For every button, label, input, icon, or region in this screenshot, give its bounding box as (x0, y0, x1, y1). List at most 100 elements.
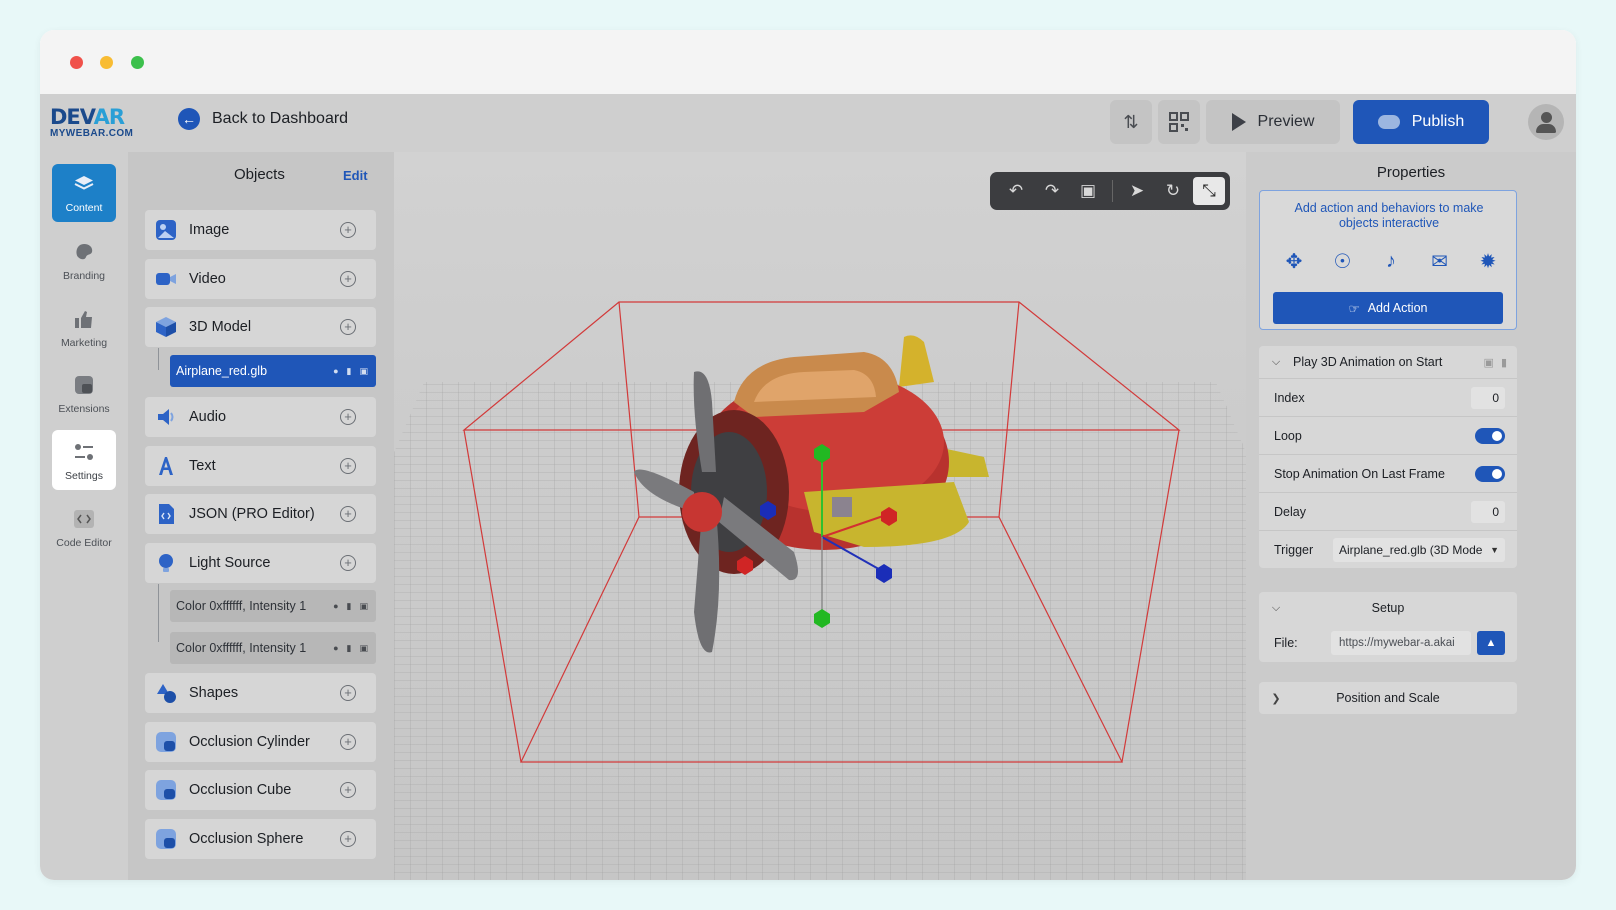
nav-code-editor[interactable]: Code Editor (52, 497, 116, 557)
copy-icon[interactable]: ▣ (1484, 356, 1494, 369)
position-scale-card[interactable]: ❯ Position and Scale (1259, 682, 1517, 714)
redo-icon: ↷ (1044, 181, 1060, 200)
puzzle-icon (75, 376, 93, 394)
object-occlusion-sphere[interactable]: Occlusion Sphere + (145, 819, 376, 859)
nav-branding[interactable]: Branding (52, 230, 116, 290)
add-3d-model-button[interactable]: + (340, 319, 356, 335)
scene-viewport[interactable]: ↶ ↷ ▣ ➤ ↻ ⤡ (394, 152, 1246, 880)
preview-label: Preview (1257, 113, 1315, 130)
model-item-airplane[interactable]: Airplane_red.glb ● ▮ ▣ (170, 355, 376, 387)
globe-icon[interactable]: ☉ (1329, 249, 1357, 273)
actions-card: Add action and behaviors to make objects… (1259, 190, 1517, 330)
duplicate-icon[interactable]: ▣ (359, 601, 368, 612)
stop-on-last-frame-toggle[interactable] (1475, 465, 1505, 482)
object-occlusion-cylinder[interactable]: Occlusion Cylinder + (145, 722, 376, 762)
person-icon[interactable]: ✹ (1474, 249, 1502, 273)
object-shapes[interactable]: Shapes + (145, 673, 376, 713)
upload-button[interactable]: ▲ (1477, 631, 1505, 655)
qr-code-icon (1169, 112, 1189, 132)
minimize-window-button[interactable] (100, 56, 113, 69)
user-avatar[interactable] (1528, 104, 1564, 140)
trash-icon[interactable]: ▮ (347, 643, 352, 654)
eye-icon[interactable]: ● (333, 366, 338, 377)
qr-code-button[interactable] (1158, 100, 1200, 144)
preview-button[interactable]: Preview (1206, 100, 1340, 144)
add-json-button[interactable]: + (340, 506, 356, 522)
nav-content[interactable]: Content (52, 164, 116, 222)
eye-icon[interactable]: ● (333, 643, 338, 654)
file-url-input[interactable]: https://mywebar-a.akai (1331, 631, 1471, 655)
transform-icon[interactable]: ✥ (1280, 249, 1308, 273)
hand-pointer-icon: ☞ (1348, 301, 1360, 316)
properties-title: Properties (1376, 164, 1446, 181)
index-input[interactable]: 0 (1471, 386, 1505, 409)
object-text[interactable]: Text + (145, 446, 376, 486)
duplicate-icon[interactable]: ▣ (359, 643, 368, 654)
dropdown-arrow-icon: ▼ (1490, 544, 1499, 555)
add-text-button[interactable]: + (340, 458, 356, 474)
add-shapes-button[interactable]: + (340, 685, 356, 701)
position-scale-header[interactable]: ❯ Position and Scale (1259, 682, 1517, 714)
stop-animation-row: Stop Animation On Last Frame (1259, 454, 1517, 492)
close-window-button[interactable] (70, 56, 83, 69)
animation-header[interactable]: ⌵ Play 3D Animation on Start ▣ ▮ (1259, 346, 1517, 378)
object-3d-model[interactable]: 3D Model + (145, 307, 376, 347)
object-light-source[interactable]: Light Source + (145, 543, 376, 583)
objects-title: Objects (234, 166, 285, 183)
rotate-tool-button[interactable]: ↻ (1157, 177, 1189, 205)
setup-header[interactable]: ⌵ Setup (1259, 592, 1517, 624)
trash-icon[interactable]: ▮ (347, 601, 352, 612)
scene-canvas[interactable] (394, 152, 1246, 880)
loop-toggle[interactable] (1475, 427, 1505, 444)
add-audio-button[interactable]: + (340, 409, 356, 425)
duplicate-icon[interactable]: ▣ (359, 366, 368, 377)
save-scene-button[interactable]: ▣ (1072, 177, 1104, 205)
select-icon: ➤ (1129, 181, 1145, 200)
nav-settings[interactable]: Settings (52, 430, 116, 490)
devar-logo[interactable]: DEVAR MYWEBAR.COM (50, 106, 134, 140)
add-occlusion-sphere-button[interactable]: + (340, 831, 356, 847)
trash-icon[interactable]: ▮ (347, 366, 352, 377)
nav-extensions[interactable]: Extensions (52, 363, 116, 423)
add-light-button[interactable]: + (340, 555, 356, 571)
sound-icon[interactable]: ♪ (1377, 249, 1405, 273)
add-occlusion-cube-button[interactable]: + (340, 782, 356, 798)
object-video[interactable]: Video + (145, 259, 376, 299)
viewport-toolbar: ↶ ↷ ▣ ➤ ↻ ⤡ (990, 172, 1230, 210)
object-occlusion-cube[interactable]: Occlusion Cube + (145, 770, 376, 810)
edit-objects-link[interactable]: Edit (343, 168, 368, 183)
upload-icon: ▲ (1485, 637, 1497, 649)
delay-input[interactable]: 0 (1471, 500, 1505, 523)
maximize-window-button[interactable] (131, 56, 144, 69)
scale-tool-button[interactable]: ⤡ (1193, 177, 1225, 205)
light-item-2[interactable]: Color 0xffffff, Intensity 1 ● ▮ ▣ (170, 632, 376, 664)
light-item-1[interactable]: Color 0xffffff, Intensity 1 ● ▮ ▣ (170, 590, 376, 622)
nav-marketing[interactable]: Marketing (52, 297, 116, 357)
image-icon (156, 220, 176, 240)
add-occlusion-cylinder-button[interactable]: + (340, 734, 356, 750)
object-json[interactable]: JSON (PRO Editor) + (145, 494, 376, 534)
trigger-select[interactable]: Airplane_red.glb (3D Mode ▼ (1333, 537, 1505, 562)
undo-button[interactable]: ↶ (1000, 177, 1032, 205)
objects-panel: Objects Edit Image + Video + 3D Model + … (128, 152, 394, 880)
mail-icon[interactable]: ✉ (1426, 249, 1454, 273)
thumbs-up-icon (75, 311, 92, 328)
sort-button[interactable]: ⇅ (1110, 100, 1152, 144)
publish-button[interactable]: Publish (1353, 100, 1489, 144)
play-icon (1231, 113, 1246, 131)
select-tool-button[interactable]: ➤ (1121, 177, 1153, 205)
animation-card: ⌵ Play 3D Animation on Start ▣ ▮ Index 0 … (1259, 346, 1517, 568)
object-audio[interactable]: Audio + (145, 397, 376, 437)
sort-arrows-icon: ⇅ (1123, 111, 1139, 132)
arrow-left-icon: ← (178, 108, 200, 130)
back-to-dashboard-link[interactable]: ← Back to Dashboard (178, 108, 348, 130)
object-image[interactable]: Image + (145, 210, 376, 250)
trash-icon[interactable]: ▮ (1501, 356, 1507, 369)
chevron-down-icon: ⌵ (1271, 355, 1281, 368)
add-video-button[interactable]: + (340, 271, 356, 287)
json-file-icon (159, 504, 174, 524)
add-action-button[interactable]: ☞ Add Action (1273, 292, 1503, 324)
eye-icon[interactable]: ● (333, 601, 338, 612)
redo-button[interactable]: ↷ (1036, 177, 1068, 205)
add-image-button[interactable]: + (340, 222, 356, 238)
